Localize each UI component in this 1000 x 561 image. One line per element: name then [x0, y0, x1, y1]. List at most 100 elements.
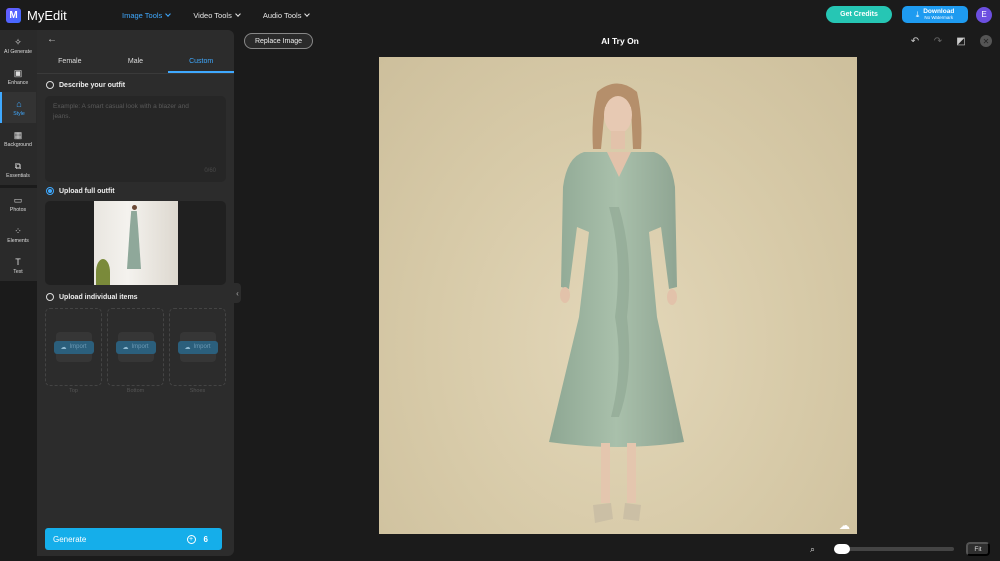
rail-item-photos[interactable]: ▭ Photos	[0, 188, 36, 219]
back-arrow-icon[interactable]: ←	[47, 34, 57, 45]
radio-upload-individual-items[interactable]	[46, 293, 54, 301]
upload-full-outfit-label: Upload full outfit	[59, 187, 115, 195]
generate-button[interactable]: Generate + 6	[45, 528, 222, 550]
page-title: AI Try On	[601, 36, 639, 46]
rail-item-label: Elements	[7, 237, 29, 244]
zoom-controls: ⌕ Fit	[810, 542, 992, 556]
import-label: Import	[193, 344, 211, 350]
cloud-upload-icon: ☁	[184, 344, 191, 351]
chevron-down-icon	[165, 11, 172, 17]
top-import-slot[interactable]: ☁ Import	[45, 308, 102, 386]
bottom-import-slot[interactable]: ☁ Import	[107, 308, 164, 386]
download-button[interactable]: ⤓ Download No Watermark	[902, 6, 968, 23]
get-credits-button[interactable]: Get Credits	[826, 6, 892, 23]
close-icon[interactable]: ✕	[980, 35, 992, 47]
outfit-description-input[interactable]: Example: A smart casual look with a blaz…	[45, 96, 226, 182]
outfit-description-placeholder: Example: A smart casual look with a blaz…	[53, 103, 189, 120]
download-text: Download No Watermark	[923, 8, 954, 20]
individual-items-row: ☁ Import ☁ Import ☁ Import	[45, 308, 226, 386]
nav-audio-tools-label: Audio Tools	[262, 10, 302, 20]
radio-upload-full-outfit[interactable]	[46, 187, 54, 195]
undo-icon[interactable]: ↶	[908, 34, 922, 48]
app-window: M MyEdit Image Tools Video Tools Audio T…	[0, 0, 1000, 561]
rail-item-enhance[interactable]: ▣ Enhance	[0, 61, 36, 92]
thumb-model-dress	[127, 211, 141, 269]
rail-item-style[interactable]: ⌂ Style	[0, 92, 36, 123]
zoom-slider-handle[interactable]	[834, 544, 850, 554]
replace-image-button[interactable]: Replace Image	[244, 33, 313, 49]
import-label: Import	[131, 344, 149, 350]
tab-male[interactable]: Male	[103, 52, 169, 73]
thumb-model-head	[131, 205, 137, 210]
rail-item-text[interactable]: T Text	[0, 250, 36, 281]
cloud-save-icon[interactable]: ☁	[839, 519, 853, 532]
nav-audio-tools[interactable]: Audio Tools	[262, 10, 311, 20]
download-icon: ⤓	[915, 9, 920, 19]
cloud-upload-icon: ☁	[122, 344, 129, 351]
fit-button[interactable]: Fit	[966, 542, 990, 556]
nav-image-tools[interactable]: Image Tools	[122, 10, 172, 20]
rail-item-essentials[interactable]: ⧉ Essentials	[0, 154, 36, 185]
rail-item-label: AI Generate	[4, 48, 32, 55]
download-sublabel: No Watermark	[924, 14, 954, 20]
logo-mark-icon: M	[6, 7, 21, 23]
cloud-upload-icon: ☁	[60, 344, 67, 351]
style-icon: ⌂	[16, 98, 22, 109]
thumb-plant	[96, 259, 110, 285]
app-name: MyEdit	[27, 7, 67, 23]
full-outfit-upload[interactable]	[45, 201, 226, 285]
rail-item-label: Enhance	[7, 79, 29, 86]
import-label: Import	[69, 344, 87, 350]
rail-item-label: Essentials	[6, 172, 30, 179]
credit-icon: +	[186, 534, 196, 544]
left-rail: ✧ AI Generate ▣ Enhance ⌂ Style ▦ Backgr…	[0, 30, 37, 561]
try-on-result-image: ☁	[379, 57, 857, 534]
nav-image-tools-label: Image Tools	[122, 10, 163, 20]
compare-icon[interactable]: ◩	[954, 34, 968, 48]
slot-label-top: Top	[69, 388, 78, 394]
redo-icon[interactable]: ↷	[931, 34, 945, 48]
chevron-left-icon: ‹	[236, 288, 239, 298]
avatar[interactable]: E	[976, 6, 992, 23]
chevron-down-icon	[304, 11, 311, 17]
item-slot-labels: Top Bottom Shoes	[45, 388, 226, 394]
zoom-search-icon[interactable]: ⌕	[810, 544, 821, 555]
model-illustration	[549, 83, 684, 523]
rail-item-label: Text	[13, 268, 23, 275]
zoom-slider[interactable]	[834, 544, 954, 554]
background-icon: ▦	[13, 129, 23, 140]
nav-video-tools-label: Video Tools	[193, 10, 232, 20]
option-describe-outfit[interactable]: Describe your outfit	[46, 81, 125, 89]
describe-outfit-label: Describe your outfit	[59, 81, 126, 89]
rail-item-ai-generate[interactable]: ✧ AI Generate	[0, 30, 36, 61]
rail-item-label: Photos	[9, 206, 27, 213]
essentials-icon: ⧉	[14, 160, 22, 171]
tab-custom[interactable]: Custom	[168, 52, 235, 73]
top-right-actions: Get Credits ⤓ Download No Watermark E	[826, 6, 992, 23]
import-bottom-button[interactable]: ☁ Import	[115, 340, 156, 354]
top-nav: Image Tools Video Tools Audio Tools	[122, 11, 332, 20]
try-on-panel: ← Female Male Custom Describe your outfi…	[37, 30, 235, 556]
outfit-reference-image	[94, 201, 178, 285]
tab-female[interactable]: Female	[37, 52, 103, 73]
nav-video-tools[interactable]: Video Tools	[193, 10, 241, 20]
elements-icon: ⁘	[14, 225, 22, 236]
rail-item-elements[interactable]: ⁘ Elements	[0, 219, 36, 250]
collapse-panel-handle[interactable]: ‹	[234, 283, 241, 303]
rail-item-background[interactable]: ▦ Background	[0, 123, 36, 154]
generate-label: Generate	[53, 534, 87, 544]
option-upload-individual-items[interactable]: Upload individual items	[46, 293, 138, 301]
app-logo[interactable]: M MyEdit	[6, 7, 106, 23]
slot-label-shoes: Shoes	[189, 388, 206, 394]
slot-label-bottom: Bottom	[126, 388, 145, 394]
option-upload-full-outfit[interactable]: Upload full outfit	[46, 187, 115, 195]
radio-describe-outfit[interactable]	[46, 81, 54, 89]
import-top-button[interactable]: ☁ Import	[53, 340, 94, 354]
generate-cost: 6	[203, 534, 208, 544]
magic-wand-icon: ✧	[14, 36, 22, 47]
text-icon: T	[15, 256, 21, 267]
gender-tabs: Female Male Custom	[37, 52, 235, 74]
import-shoes-button[interactable]: ☁ Import	[177, 340, 218, 354]
rail-group-add: ▭ Photos ⁘ Elements T Text	[0, 188, 37, 281]
shoes-import-slot[interactable]: ☁ Import	[169, 308, 226, 386]
